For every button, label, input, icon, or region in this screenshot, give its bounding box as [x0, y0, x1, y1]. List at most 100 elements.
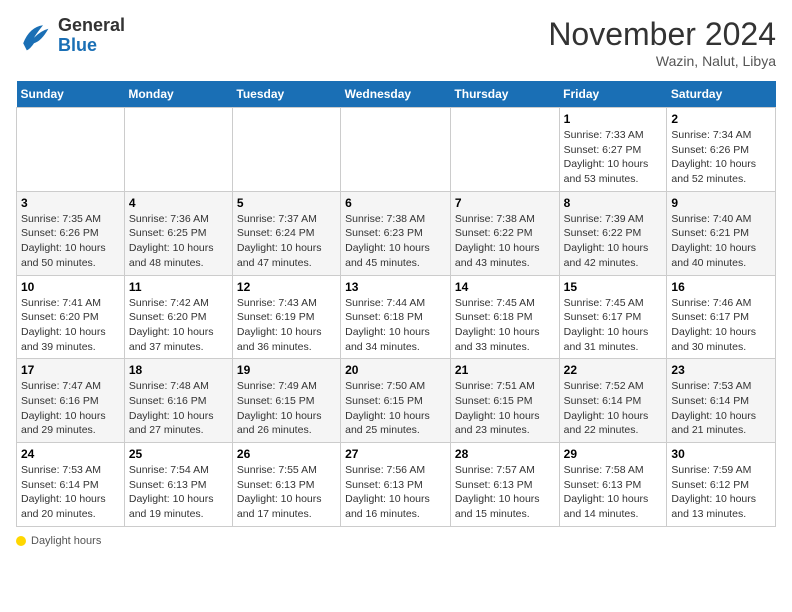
day-cell — [124, 108, 232, 192]
day-cell: 21 Sunrise: 7:51 AM Sunset: 6:15 PM Dayli… — [450, 359, 559, 443]
day-cell: 5 Sunrise: 7:37 AM Sunset: 6:24 PM Daylig… — [232, 191, 340, 275]
day-number: 26 — [237, 447, 336, 461]
day-info: Sunrise: 7:37 AM Sunset: 6:24 PM Dayligh… — [237, 212, 336, 271]
month-title: November 2024 — [548, 16, 776, 53]
day-info: Sunrise: 7:36 AM Sunset: 6:25 PM Dayligh… — [129, 212, 228, 271]
day-number: 10 — [21, 280, 120, 294]
day-cell — [450, 108, 559, 192]
legend-dot-daylight — [16, 536, 26, 546]
day-info: Sunrise: 7:44 AM Sunset: 6:18 PM Dayligh… — [345, 296, 446, 355]
day-info: Sunrise: 7:50 AM Sunset: 6:15 PM Dayligh… — [345, 379, 446, 438]
day-cell: 16 Sunrise: 7:46 AM Sunset: 6:17 PM Dayli… — [667, 275, 776, 359]
day-number: 9 — [671, 196, 771, 210]
day-number: 14 — [455, 280, 555, 294]
day-number: 24 — [21, 447, 120, 461]
day-number: 18 — [129, 363, 228, 377]
day-cell: 3 Sunrise: 7:35 AM Sunset: 6:26 PM Daylig… — [17, 191, 125, 275]
day-number: 27 — [345, 447, 446, 461]
day-number: 3 — [21, 196, 120, 210]
day-cell — [341, 108, 451, 192]
day-info: Sunrise: 7:52 AM Sunset: 6:14 PM Dayligh… — [564, 379, 663, 438]
day-header-friday: Friday — [559, 81, 667, 108]
day-info: Sunrise: 7:51 AM Sunset: 6:15 PM Dayligh… — [455, 379, 555, 438]
day-info: Sunrise: 7:41 AM Sunset: 6:20 PM Dayligh… — [21, 296, 120, 355]
day-header-thursday: Thursday — [450, 81, 559, 108]
day-cell: 8 Sunrise: 7:39 AM Sunset: 6:22 PM Daylig… — [559, 191, 667, 275]
day-info: Sunrise: 7:46 AM Sunset: 6:17 PM Dayligh… — [671, 296, 771, 355]
day-header-monday: Monday — [124, 81, 232, 108]
day-cell — [17, 108, 125, 192]
day-number: 15 — [564, 280, 663, 294]
day-number: 17 — [21, 363, 120, 377]
day-cell: 9 Sunrise: 7:40 AM Sunset: 6:21 PM Daylig… — [667, 191, 776, 275]
day-cell: 20 Sunrise: 7:50 AM Sunset: 6:15 PM Dayli… — [341, 359, 451, 443]
day-cell: 29Sunrise: 7:58 AM Sunset: 6:13 PM Dayli… — [559, 443, 667, 527]
day-number: 21 — [455, 363, 555, 377]
week-row-5: 24 Sunrise: 7:53 AM Sunset: 6:14 PM Dayli… — [17, 443, 776, 527]
day-number: 30 — [671, 447, 771, 461]
legend: Daylight hours — [16, 535, 776, 547]
day-cell: 10 Sunrise: 7:41 AM Sunset: 6:20 PM Dayli… — [17, 275, 125, 359]
day-info: Sunrise: 7:43 AM Sunset: 6:19 PM Dayligh… — [237, 296, 336, 355]
day-number: 2 — [671, 112, 771, 126]
day-info: Sunrise: 7:53 AM Sunset: 6:14 PM Dayligh… — [671, 379, 771, 438]
location: Wazin, Nalut, Libya — [548, 53, 776, 69]
day-number: 13 — [345, 280, 446, 294]
day-number: 16 — [671, 280, 771, 294]
day-cell: 4 Sunrise: 7:36 AM Sunset: 6:25 PM Daylig… — [124, 191, 232, 275]
day-info: Sunrise: 7:38 AM Sunset: 6:22 PM Dayligh… — [455, 212, 555, 271]
day-info: Sunrise: 7:56 AM Sunset: 6:13 PM Dayligh… — [345, 463, 446, 522]
day-info: Sunrise: 7:45 AM Sunset: 6:17 PM Dayligh… — [564, 296, 663, 355]
day-info: Sunrise: 7:40 AM Sunset: 6:21 PM Dayligh… — [671, 212, 771, 271]
day-number: 28 — [455, 447, 555, 461]
day-cell: 15 Sunrise: 7:45 AM Sunset: 6:17 PM Dayli… — [559, 275, 667, 359]
day-info: Sunrise: 7:47 AM Sunset: 6:16 PM Dayligh… — [21, 379, 120, 438]
logo: General Blue — [16, 16, 125, 56]
day-cell: 12 Sunrise: 7:43 AM Sunset: 6:19 PM Dayli… — [232, 275, 340, 359]
day-cell: 23Sunrise: 7:53 AM Sunset: 6:14 PM Dayli… — [667, 359, 776, 443]
day-number: 20 — [345, 363, 446, 377]
day-cell: 28 Sunrise: 7:57 AM Sunset: 6:13 PM Dayli… — [450, 443, 559, 527]
title-block: November 2024 Wazin, Nalut, Libya — [548, 16, 776, 69]
day-cell: 6Sunrise: 7:38 AM Sunset: 6:23 PM Daylig… — [341, 191, 451, 275]
calendar-table: SundayMondayTuesdayWednesdayThursdayFrid… — [16, 81, 776, 527]
day-info: Sunrise: 7:55 AM Sunset: 6:13 PM Dayligh… — [237, 463, 336, 522]
day-cell: 2 Sunrise: 7:34 AM Sunset: 6:26 PM Daylig… — [667, 108, 776, 192]
day-info: Sunrise: 7:33 AM Sunset: 6:27 PM Dayligh… — [564, 128, 663, 187]
day-number: 4 — [129, 196, 228, 210]
day-info: Sunrise: 7:45 AM Sunset: 6:18 PM Dayligh… — [455, 296, 555, 355]
day-cell: 26 Sunrise: 7:55 AM Sunset: 6:13 PM Dayli… — [232, 443, 340, 527]
day-number: 11 — [129, 280, 228, 294]
day-info: Sunrise: 7:48 AM Sunset: 6:16 PM Dayligh… — [129, 379, 228, 438]
day-info: Sunrise: 7:34 AM Sunset: 6:26 PM Dayligh… — [671, 128, 771, 187]
day-number: 8 — [564, 196, 663, 210]
header-row: SundayMondayTuesdayWednesdayThursdayFrid… — [17, 81, 776, 108]
day-number: 12 — [237, 280, 336, 294]
week-row-3: 10 Sunrise: 7:41 AM Sunset: 6:20 PM Dayli… — [17, 275, 776, 359]
day-header-tuesday: Tuesday — [232, 81, 340, 108]
day-cell: 17 Sunrise: 7:47 AM Sunset: 6:16 PM Dayli… — [17, 359, 125, 443]
day-info: Sunrise: 7:35 AM Sunset: 6:26 PM Dayligh… — [21, 212, 120, 271]
day-cell: 24 Sunrise: 7:53 AM Sunset: 6:14 PM Dayli… — [17, 443, 125, 527]
day-header-saturday: Saturday — [667, 81, 776, 108]
logo-icon — [16, 18, 52, 54]
day-header-wednesday: Wednesday — [341, 81, 451, 108]
day-info: Sunrise: 7:54 AM Sunset: 6:13 PM Dayligh… — [129, 463, 228, 522]
day-info: Sunrise: 7:53 AM Sunset: 6:14 PM Dayligh… — [21, 463, 120, 522]
day-number: 19 — [237, 363, 336, 377]
week-row-4: 17 Sunrise: 7:47 AM Sunset: 6:16 PM Dayli… — [17, 359, 776, 443]
day-info: Sunrise: 7:38 AM Sunset: 6:23 PM Dayligh… — [345, 212, 446, 271]
day-header-sunday: Sunday — [17, 81, 125, 108]
day-cell: 30Sunrise: 7:59 AM Sunset: 6:12 PM Dayli… — [667, 443, 776, 527]
legend-daylight-label: Daylight hours — [31, 535, 101, 547]
day-info: Sunrise: 7:42 AM Sunset: 6:20 PM Dayligh… — [129, 296, 228, 355]
day-info: Sunrise: 7:57 AM Sunset: 6:13 PM Dayligh… — [455, 463, 555, 522]
week-row-2: 3 Sunrise: 7:35 AM Sunset: 6:26 PM Daylig… — [17, 191, 776, 275]
day-cell: 18 Sunrise: 7:48 AM Sunset: 6:16 PM Dayli… — [124, 359, 232, 443]
day-cell: 1 Sunrise: 7:33 AM Sunset: 6:27 PM Daylig… — [559, 108, 667, 192]
day-number: 29 — [564, 447, 663, 461]
day-number: 1 — [564, 112, 663, 126]
day-info: Sunrise: 7:39 AM Sunset: 6:22 PM Dayligh… — [564, 212, 663, 271]
day-number: 5 — [237, 196, 336, 210]
day-info: Sunrise: 7:49 AM Sunset: 6:15 PM Dayligh… — [237, 379, 336, 438]
